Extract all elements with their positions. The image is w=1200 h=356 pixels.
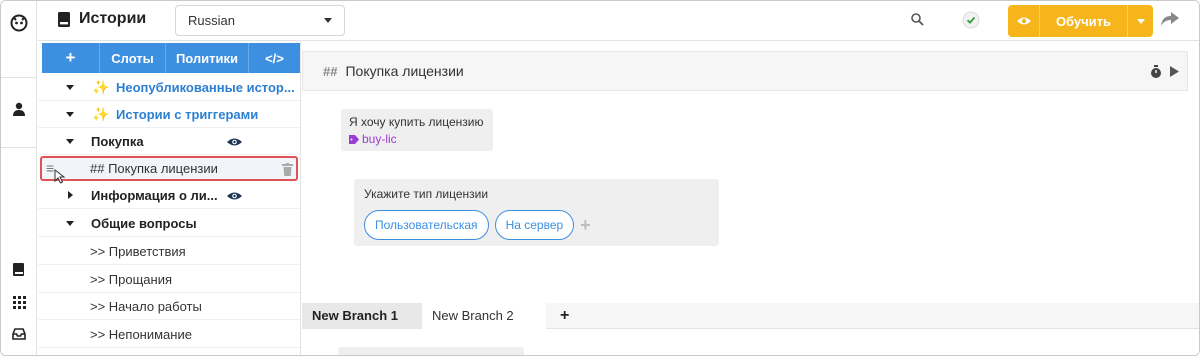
tree-group-label: Покупка xyxy=(91,133,144,149)
page-title-text: Истории xyxy=(79,10,147,27)
tree-group-purchase[interactable]: Покупка xyxy=(38,128,300,155)
tab-branch-1[interactable]: New Branch 1 xyxy=(302,302,422,329)
tree-group-label: Истории с триггерами xyxy=(116,106,259,122)
response-button[interactable]: На сервер xyxy=(494,210,575,240)
play-icon[interactable] xyxy=(1170,66,1179,77)
tree-toolbar: + Слоты Политики </> xyxy=(42,43,300,73)
tree-story-greetings[interactable]: >> Приветствия xyxy=(38,238,300,265)
tree-story-label: >> Начало работы xyxy=(90,298,202,314)
train-eye-icon[interactable] xyxy=(1008,5,1040,37)
add-branch-button[interactable]: + xyxy=(560,307,569,325)
tree-story-selected[interactable]: ≡ ## Покупка лицензии xyxy=(40,156,298,184)
train-button[interactable]: Обучить xyxy=(1008,5,1153,37)
collapse-arrow-icon[interactable] xyxy=(66,111,74,117)
utterance-text: Я хочу купить лицензию xyxy=(349,115,484,129)
response-button[interactable]: Пользовательская xyxy=(364,210,489,240)
drag-handle-icon[interactable]: ≡ xyxy=(46,160,54,176)
intent-tag[interactable]: buy-lic xyxy=(349,132,485,146)
tree-group-label: Общие вопросы xyxy=(91,215,197,231)
chevron-down-icon xyxy=(1136,18,1145,24)
policies-button[interactable]: Политики xyxy=(166,43,249,73)
grid-icon[interactable] xyxy=(1,291,37,313)
app-window: Истории Russian Обучить + Слоты Политики xyxy=(0,0,1200,356)
tree-story-goodbyes[interactable]: >> Прощания xyxy=(38,266,300,293)
tree-story-getting-started[interactable]: >> Начало работы xyxy=(38,293,300,320)
chevron-down-icon xyxy=(324,18,332,23)
share-icon[interactable] xyxy=(1160,11,1180,30)
tab-branch-2[interactable]: New Branch 2 xyxy=(422,302,546,329)
left-rail xyxy=(1,1,37,355)
bot-response-card[interactable]: Укажите тип лицензии Пользовательская На… xyxy=(354,179,719,246)
add-button-icon[interactable]: + xyxy=(580,215,591,236)
tree-group-label: Информация о ли... xyxy=(91,187,218,203)
expand-arrow-icon[interactable] xyxy=(68,191,73,199)
tree-story-label: >> Непонимание xyxy=(90,326,192,342)
tree-group-unpublished[interactable]: ✨ Неопубликованные истор... xyxy=(38,74,300,101)
collapse-arrow-icon[interactable] xyxy=(66,84,74,90)
inbox-icon[interactable] xyxy=(1,323,37,345)
response-text: Укажите тип лицензии xyxy=(364,187,489,201)
top-bar: Истории Russian Обучить xyxy=(38,1,1199,41)
user-utterance-card[interactable]: Я хочу купить лицензию buy-lic xyxy=(341,109,493,151)
branch-card-partial xyxy=(338,347,524,355)
tree-story-label: >> Прощания xyxy=(90,271,173,287)
status-check-icon[interactable] xyxy=(962,11,980,29)
story-editor: ## Покупка лицензии Я хочу купить лиценз… xyxy=(302,41,1199,355)
tag-icon xyxy=(349,134,359,144)
sparkle-icon: ✨ xyxy=(92,106,110,122)
collapse-arrow-icon[interactable] xyxy=(66,220,74,226)
search-icon[interactable] xyxy=(911,13,924,26)
tree-group-general[interactable]: Общие вопросы xyxy=(38,210,300,237)
response-buttons: Пользовательская На сервер + xyxy=(364,210,591,240)
tree-group-triggers[interactable]: ✨ Истории с триггерами xyxy=(38,101,300,128)
train-button-label: Обучить xyxy=(1055,13,1112,29)
story-hash-icon: ## xyxy=(323,63,338,79)
language-select[interactable]: Russian xyxy=(175,5,345,36)
language-select-value: Russian xyxy=(188,13,235,28)
timer-icon[interactable] xyxy=(1150,65,1162,79)
tree-group-license-info[interactable]: Информация о ли... xyxy=(38,182,300,209)
eye-icon[interactable] xyxy=(227,191,242,201)
page-title: Истории xyxy=(58,10,146,28)
collapse-arrow-icon[interactable] xyxy=(66,138,74,144)
sparkle-icon: ✨ xyxy=(92,79,110,95)
book-icon[interactable] xyxy=(1,258,37,280)
logo-icon[interactable] xyxy=(1,7,37,37)
trash-icon[interactable] xyxy=(282,163,293,176)
stories-tree-panel: + Слоты Политики </> ✨ Неопубликованные … xyxy=(38,41,301,355)
tree-story-fallback[interactable]: >> Непонимание xyxy=(38,321,300,348)
branch-tabs: New Branch 1 New Branch 2 + xyxy=(302,302,1199,329)
tree-story-label: ## Покупка лицензии xyxy=(90,161,218,176)
train-dropdown-toggle[interactable] xyxy=(1127,5,1153,37)
story-header: ## Покупка лицензии xyxy=(302,51,1188,91)
add-story-button[interactable]: + xyxy=(42,43,100,73)
stories-book-icon xyxy=(58,11,70,27)
slots-button[interactable]: Слоты xyxy=(100,43,166,73)
tree-story-label: >> Приветствия xyxy=(90,243,186,259)
tree-group-label: Неопубликованные истор... xyxy=(116,79,295,95)
story-title[interactable]: Покупка лицензии xyxy=(345,63,463,79)
user-icon[interactable] xyxy=(1,96,37,122)
code-button[interactable]: </> xyxy=(249,43,300,73)
intent-tag-label: buy-lic xyxy=(362,132,397,146)
eye-icon[interactable] xyxy=(227,137,242,147)
